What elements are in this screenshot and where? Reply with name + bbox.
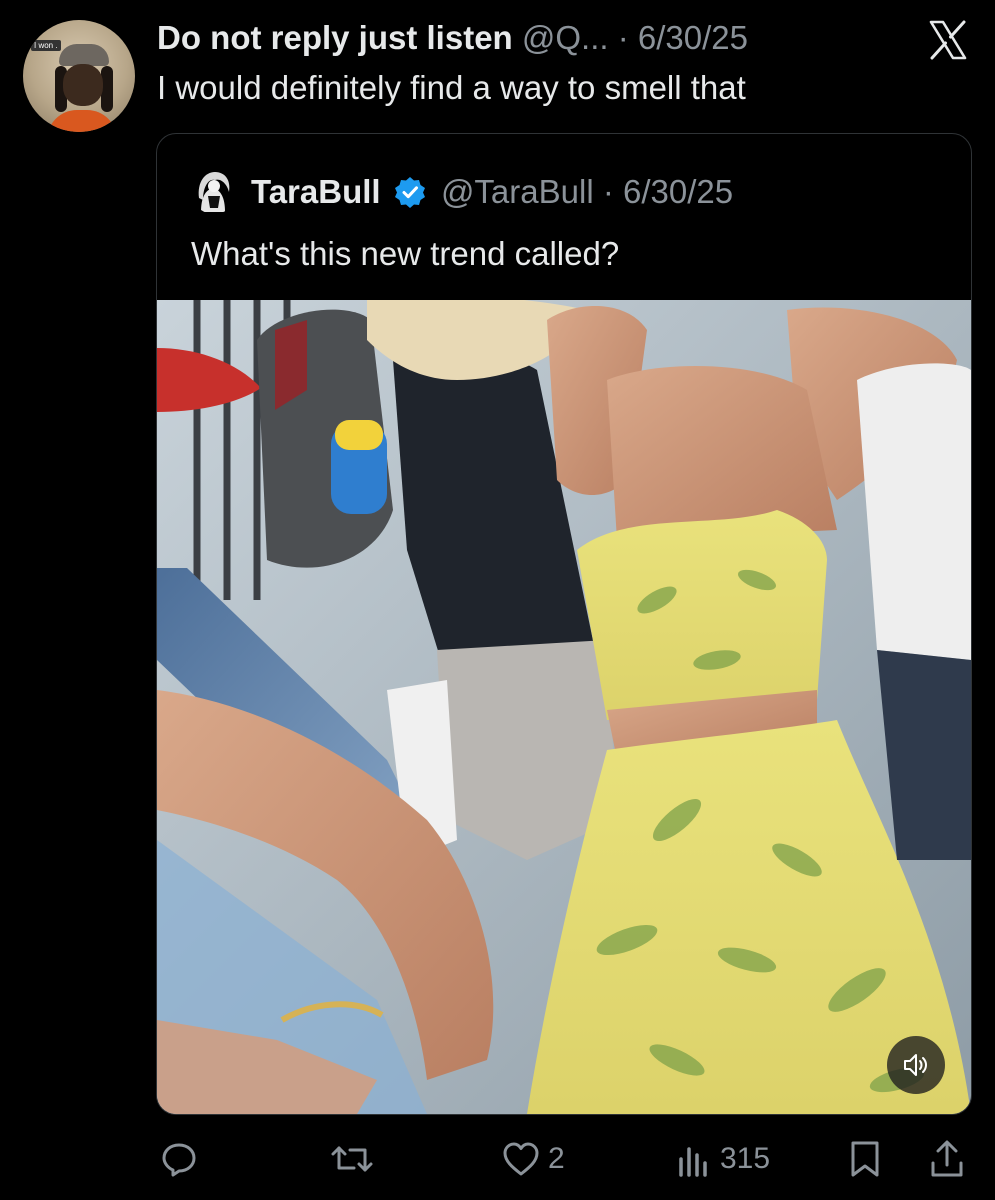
quoted-video[interactable] (157, 300, 971, 1114)
quoted-avatar-portrait (191, 168, 237, 214)
repost-button[interactable] (330, 1134, 374, 1184)
quoted-header-separator: · (602, 173, 614, 210)
post-text: I would definitely find a way to smell t… (157, 69, 746, 106)
speaker-icon (904, 1054, 927, 1076)
post-container: I won . Do not reply just listen @Q... ·… (0, 0, 995, 1200)
quoted-post-date[interactable]: 6/30/25 (623, 173, 733, 210)
header-separator: · (617, 19, 629, 56)
avatar-tag: I won . (31, 40, 61, 51)
view-count: 315 (720, 1142, 771, 1175)
quoted-post-text: What's this new trend called? (191, 235, 620, 272)
reply-icon (162, 1143, 196, 1177)
quoted-author-name[interactable]: TaraBull (251, 173, 381, 210)
bookmark-button[interactable] (848, 1134, 882, 1184)
quoted-author-avatar[interactable] (191, 168, 237, 214)
views-button[interactable]: 315 (676, 1134, 770, 1184)
author-handle[interactable]: @Q... (522, 19, 609, 56)
author-avatar[interactable]: I won . (23, 20, 135, 132)
like-button[interactable]: 2 (502, 1134, 565, 1184)
heart-icon (503, 1142, 539, 1176)
reply-button[interactable] (160, 1134, 198, 1184)
avatar-face (63, 64, 103, 106)
quoted-post-header: TaraBull @TaraBull · 6/30/25 (251, 172, 733, 212)
post-date[interactable]: 6/30/25 (638, 19, 748, 56)
action-bar: 2 315 (0, 1134, 995, 1184)
share-icon (931, 1140, 963, 1177)
verified-badge-icon (394, 177, 425, 208)
share-button[interactable] (928, 1134, 966, 1184)
x-logo-icon[interactable] (928, 20, 968, 60)
repost-icon (331, 1146, 373, 1172)
avatar-shirt (47, 110, 117, 132)
bookmark-icon (851, 1141, 879, 1177)
video-frame (157, 300, 971, 1114)
avatar-cap (59, 44, 109, 66)
quoted-post-card[interactable]: TaraBull @TaraBull · 6/30/25 What's this… (156, 133, 972, 1115)
post-header: Do not reply just listen @Q... · 6/30/25 (157, 18, 748, 58)
like-count: 2 (548, 1142, 565, 1175)
author-name[interactable]: Do not reply just listen (157, 19, 513, 56)
quoted-author-handle[interactable]: @TaraBull (441, 173, 594, 210)
mute-toggle-button[interactable] (887, 1036, 945, 1094)
views-icon (679, 1147, 707, 1177)
